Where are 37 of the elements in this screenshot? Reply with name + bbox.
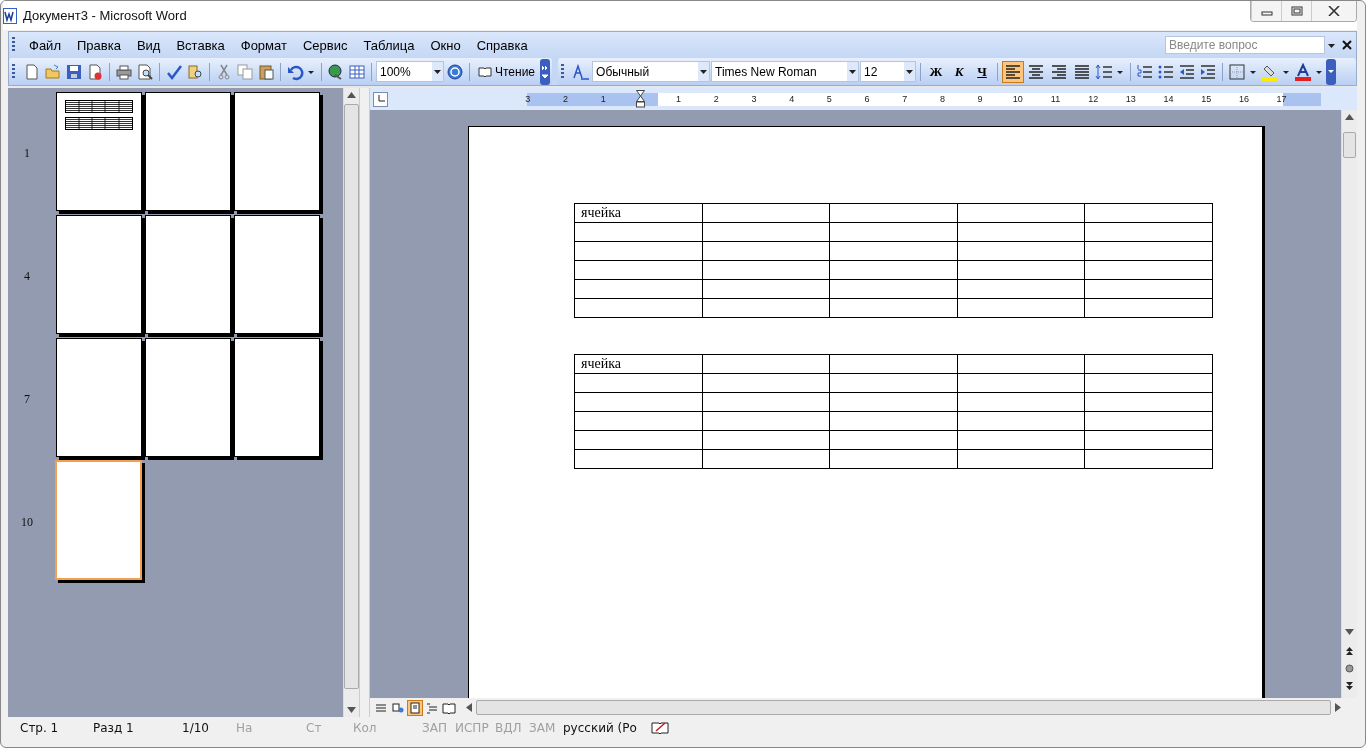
status-item: русский (Ро [563, 721, 638, 735]
menu-item[interactable]: Правка [68, 37, 129, 53]
page-number: 7 [23, 392, 31, 407]
status-item: Стр. 1 [20, 721, 60, 735]
menu-item[interactable]: Таблица [355, 37, 423, 53]
status-item: ЗАП [422, 721, 448, 735]
reading-button[interactable]: Чтение [474, 64, 540, 79]
menu-item[interactable]: Окно [422, 37, 469, 53]
underline-button[interactable]: Ч [971, 60, 994, 83]
window-title: Документ3 - Microsoft Word [23, 8, 187, 23]
status-item: ЗАМ [529, 721, 557, 735]
menu-item[interactable]: Справка [468, 37, 536, 53]
page-number: 4 [23, 269, 31, 284]
horizontal-ruler[interactable]: 3 2 1 1 2 3 4 5 6 7 8 9 10 11 12 13 14 15 16 17 [527, 92, 1321, 106]
menu-item[interactable]: Сервис [294, 37, 356, 53]
page-number: 1 [23, 146, 31, 161]
menu-item[interactable]: Вставка [168, 37, 233, 53]
status-item: 1/10 [182, 721, 210, 735]
zoom-dropdown[interactable]: 100% [376, 61, 444, 82]
help-search-field[interactable]: Введите вопрос [1165, 36, 1325, 54]
bold-button[interactable]: Ж [925, 60, 948, 83]
menu-item[interactable]: Вид [128, 37, 169, 53]
status-item: Разд 1 [93, 721, 135, 735]
table-cell[interactable]: ячейка [574, 203, 703, 223]
status-item: ВДЛ [495, 721, 523, 735]
menu-item[interactable]: Файл [21, 37, 69, 53]
status-item: На [236, 721, 254, 735]
status-item: Ст [306, 721, 323, 735]
italic-button[interactable]: К [948, 60, 971, 83]
menu-item[interactable]: Формат [232, 37, 295, 53]
status-item: ИСПР [455, 721, 490, 735]
font-dropdown[interactable]: Times New Roman [711, 61, 860, 82]
page-number: 10 [20, 515, 34, 530]
font-size-dropdown[interactable]: 12 [860, 61, 917, 82]
table-cell[interactable]: ячейка [574, 354, 703, 374]
style-dropdown[interactable]: Обычный [592, 61, 711, 82]
status-item: Кол [353, 721, 378, 735]
